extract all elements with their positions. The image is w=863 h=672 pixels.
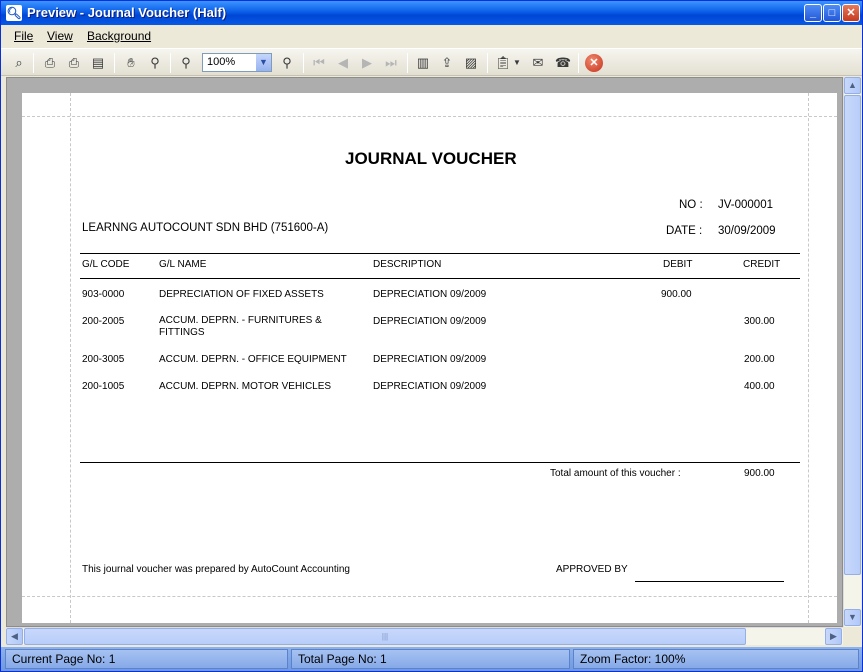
voucher-date-label: DATE : bbox=[666, 225, 703, 237]
printer-icon[interactable]: ⎙ bbox=[65, 54, 83, 72]
minimize-button[interactable]: _ bbox=[804, 4, 822, 22]
close-window-button[interactable]: ✕ bbox=[842, 4, 860, 22]
row-gl-code: 200-3005 bbox=[82, 354, 125, 365]
row-credit: 200.00 bbox=[744, 354, 775, 365]
header-rule-top bbox=[80, 253, 800, 254]
row-gl-name: ACCUM. DEPRN. MOTOR VEHICLES bbox=[159, 381, 332, 392]
voucher-no-value: JV-000001 bbox=[718, 199, 773, 211]
app-icon: 🔍︎ bbox=[6, 5, 22, 21]
first-page-icon[interactable]: ⏮ bbox=[310, 54, 328, 72]
clipboard-icon[interactable]: 📋︎ bbox=[494, 54, 512, 72]
binoculars-icon[interactable]: ⌕ bbox=[10, 54, 28, 72]
margin-guide-right bbox=[808, 93, 809, 623]
total-rule bbox=[80, 462, 800, 463]
chevron-down-icon[interactable]: ▼ bbox=[512, 54, 522, 72]
toolbar-separator bbox=[578, 53, 579, 73]
close-icon[interactable]: ✕ bbox=[585, 54, 603, 72]
row-gl-code: 200-2005 bbox=[82, 316, 125, 327]
toolbar-separator bbox=[407, 53, 408, 73]
toolbar: ⌕ ⎙ ⎙ ▤ ✋︎ ⚲ ⚲ 100% ▼ ⚲ ⏮ ◀ ▶ ⏭ ▥ ⇪ ▨ 📋︎… bbox=[1, 48, 862, 76]
column-header-gl-name: G/L NAME bbox=[159, 259, 207, 270]
column-header-gl-code: G/L CODE bbox=[82, 259, 130, 270]
status-zoom: Zoom Factor: 100% bbox=[573, 649, 859, 669]
scroll-left-icon[interactable]: ◀ bbox=[6, 628, 23, 645]
horizontal-scrollbar[interactable]: ◀ ||| ▶ bbox=[6, 627, 843, 645]
row-credit: 300.00 bbox=[744, 316, 775, 327]
row-description: DEPRECIATION 09/2009 bbox=[373, 289, 487, 300]
menu-file[interactable]: File bbox=[14, 29, 33, 43]
menu-view[interactable]: View bbox=[47, 29, 73, 43]
row-gl-name: ACCUM. DEPRN. - FURNITURES & bbox=[159, 315, 322, 326]
column-header-credit: CREDIT bbox=[743, 259, 781, 270]
preview-viewport[interactable]: JOURNAL VOUCHER NO : JV-000001 LEARNNG A… bbox=[6, 77, 843, 627]
zoom-icon[interactable]: ⚲ bbox=[146, 54, 164, 72]
margin-guide-bottom bbox=[22, 596, 837, 597]
scroll-right-icon[interactable]: ▶ bbox=[825, 628, 842, 645]
column-header-debit: DEBIT bbox=[663, 259, 693, 270]
row-gl-code: 903-0000 bbox=[82, 289, 125, 300]
status-total-page: Total Page No: 1 bbox=[291, 649, 570, 669]
vertical-scroll-thumb[interactable] bbox=[844, 95, 861, 575]
menu-bar: File View Background bbox=[1, 25, 862, 47]
window-title: Preview - Journal Voucher (Half) bbox=[27, 5, 227, 20]
next-page-icon[interactable]: ▶ bbox=[358, 54, 376, 72]
vertical-scrollbar[interactable]: ▲ ▼ bbox=[843, 77, 861, 627]
fax-icon[interactable]: ☎ bbox=[554, 54, 572, 72]
toolbar-separator bbox=[33, 53, 34, 73]
row-description: DEPRECIATION 09/2009 bbox=[373, 316, 487, 327]
voucher-date-value: 30/09/2009 bbox=[718, 225, 776, 237]
toolbar-separator bbox=[114, 53, 115, 73]
row-description: DEPRECIATION 09/2009 bbox=[373, 354, 487, 365]
last-page-icon[interactable]: ⏭ bbox=[382, 54, 400, 72]
chevron-down-icon[interactable]: ▼ bbox=[256, 54, 271, 71]
toolbar-separator bbox=[487, 53, 488, 73]
company-name: LEARNNG AUTOCOUNT SDN BHD (751600-A) bbox=[82, 222, 329, 234]
status-bar: Current Page No: 1 Total Page No: 1 Zoom… bbox=[1, 647, 862, 671]
footer-note: This journal voucher was prepared by Aut… bbox=[82, 564, 350, 575]
report-page: JOURNAL VOUCHER NO : JV-000001 LEARNNG A… bbox=[22, 93, 837, 623]
prev-page-icon[interactable]: ◀ bbox=[334, 54, 352, 72]
scroll-down-icon[interactable]: ▼ bbox=[844, 609, 861, 626]
voucher-no-label: NO : bbox=[679, 199, 703, 211]
column-header-description: DESCRIPTION bbox=[373, 259, 442, 270]
horizontal-scroll-thumb[interactable]: ||| bbox=[24, 628, 746, 645]
zoom-select[interactable]: 100% ▼ bbox=[202, 53, 272, 72]
status-current-page: Current Page No: 1 bbox=[5, 649, 288, 669]
row-gl-name: DEPRECIATION OF FIXED ASSETS bbox=[159, 289, 324, 300]
total-value: 900.00 bbox=[744, 468, 775, 479]
header-rule-bottom bbox=[80, 278, 800, 279]
zoom-out-icon[interactable]: ⚲ bbox=[177, 54, 195, 72]
total-label: Total amount of this voucher : bbox=[550, 468, 681, 479]
margin-guide-top bbox=[22, 116, 837, 117]
email-icon[interactable]: ✉ bbox=[529, 54, 547, 72]
hand-icon[interactable]: ✋︎ bbox=[122, 54, 140, 72]
margin-guide-left bbox=[70, 93, 71, 623]
row-gl-name: ACCUM. DEPRN. - OFFICE EQUIPMENT bbox=[159, 354, 347, 365]
print-preview-icon[interactable]: ▤ bbox=[89, 54, 107, 72]
scroll-up-icon[interactable]: ▲ bbox=[844, 77, 861, 94]
design-icon[interactable]: ▨ bbox=[462, 54, 480, 72]
zoom-value: 100% bbox=[207, 56, 236, 68]
zoom-in-icon[interactable]: ⚲ bbox=[278, 54, 296, 72]
row-gl-name-continued: FITTINGS bbox=[159, 327, 205, 338]
page-setup-icon[interactable]: ▥ bbox=[414, 54, 432, 72]
row-gl-code: 200-1005 bbox=[82, 381, 125, 392]
menu-background[interactable]: Background bbox=[87, 29, 151, 43]
row-credit: 400.00 bbox=[744, 381, 775, 392]
row-debit: 900.00 bbox=[661, 289, 692, 300]
maximize-button[interactable]: □ bbox=[823, 4, 841, 22]
approval-signature-line bbox=[635, 581, 784, 582]
toolbar-separator bbox=[170, 53, 171, 73]
approved-by-label: APPROVED BY bbox=[556, 564, 628, 575]
printer-setup-icon[interactable]: ⎙ bbox=[41, 54, 59, 72]
preview-window: 🔍︎ Preview - Journal Voucher (Half) _ □ … bbox=[0, 0, 863, 672]
voucher-title: JOURNAL VOUCHER bbox=[345, 149, 517, 168]
title-bar[interactable]: 🔍︎ Preview - Journal Voucher (Half) _ □ … bbox=[1, 1, 862, 25]
toolbar-separator bbox=[303, 53, 304, 73]
row-description: DEPRECIATION 09/2009 bbox=[373, 381, 487, 392]
export-icon[interactable]: ⇪ bbox=[438, 54, 456, 72]
